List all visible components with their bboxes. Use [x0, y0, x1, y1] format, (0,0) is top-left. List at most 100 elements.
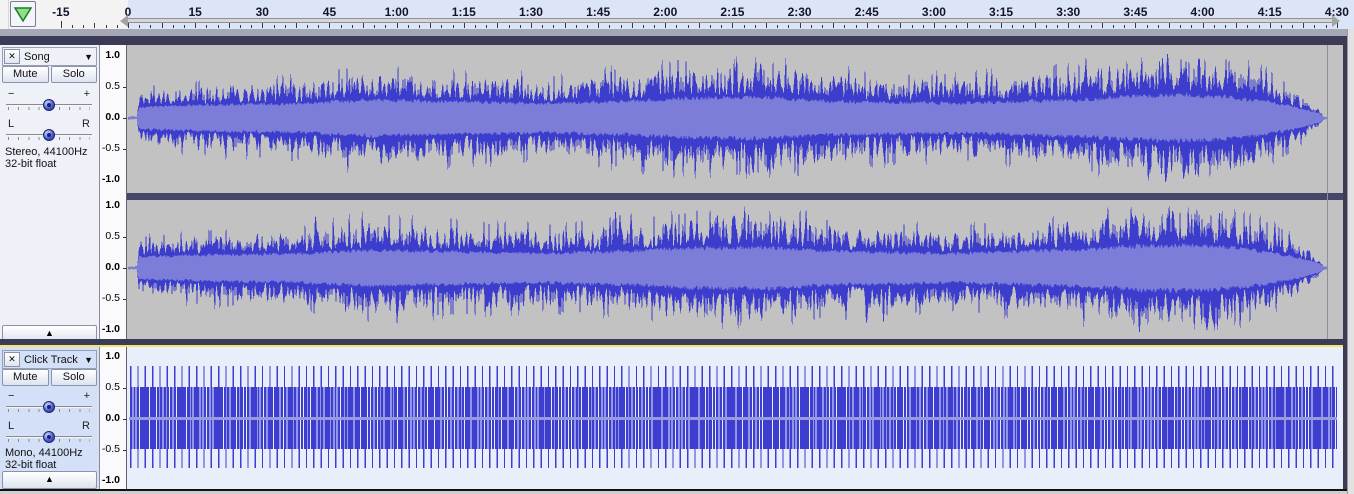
time-tick [240, 25, 241, 28]
time-label: 2:30 [787, 5, 812, 19]
track-name-label: Click Track [24, 353, 78, 366]
time-tick [979, 25, 980, 28]
time-tick [352, 25, 353, 28]
vertical-scrollbar[interactable] [1347, 29, 1354, 494]
time-tick [1091, 25, 1092, 28]
amplitude-scale-label: -0.5 [101, 292, 120, 304]
amplitude-scale-label: -1.0 [101, 173, 120, 185]
time-tick [699, 23, 700, 28]
gain-plus-label: + [83, 390, 90, 402]
time-tick [967, 23, 968, 28]
time-tick [184, 25, 185, 28]
time-tick [83, 25, 84, 28]
time-tick [509, 25, 510, 28]
amplitude-scale-label: 0.0 [105, 261, 120, 273]
time-tick [1326, 25, 1327, 28]
amplitude-scale-label: 0.5 [105, 80, 120, 92]
track-format-info: Mono, 44100Hz 32-bit float [5, 447, 83, 471]
time-tick [1314, 25, 1315, 28]
time-label: 1:45 [586, 5, 611, 19]
song-title-bar[interactable]: ✕ Song ▼ [2, 47, 97, 66]
mute-button[interactable]: Mute [2, 369, 49, 386]
solo-button[interactable]: Solo [50, 369, 97, 386]
time-tick [553, 25, 554, 28]
pan-slider-thumb[interactable] [43, 129, 55, 141]
time-label: 1:00 [384, 5, 409, 19]
time-tick [1259, 25, 1260, 28]
amplitude-scale-tick [123, 299, 126, 300]
gain-slider-thumb[interactable] [43, 401, 55, 413]
pan-left-label: L [8, 118, 15, 130]
song-clip-end-line[interactable] [1327, 45, 1328, 339]
song-waveform-left[interactable] [127, 45, 1343, 193]
time-tick [576, 25, 577, 28]
time-tick [1158, 25, 1159, 28]
time-tick [1113, 25, 1114, 28]
time-tick [777, 25, 778, 28]
time-tick [643, 25, 644, 28]
pan-slider[interactable]: L R [2, 420, 96, 448]
time-label: 3:15 [989, 5, 1014, 19]
time-tick [72, 25, 73, 28]
ruler-separator [8, 0, 9, 29]
gain-minus-label: − [8, 390, 15, 402]
quick-play-region-bar[interactable] [120, 15, 1340, 27]
time-tick [430, 23, 431, 28]
amplitude-scale-tick [123, 450, 126, 451]
time-tick [285, 25, 286, 28]
time-tick [990, 25, 991, 28]
collapse-arrow-icon: ▲ [45, 474, 54, 484]
solo-button[interactable]: Solo [50, 66, 97, 83]
track-menu-caret-icon[interactable]: ▼ [84, 52, 96, 62]
time-tick [1247, 25, 1248, 28]
time-tick [811, 25, 812, 28]
time-tick [1102, 23, 1103, 28]
time-tick [878, 25, 879, 28]
time-tick [251, 25, 252, 28]
time-tick [833, 23, 834, 28]
track-panel-click-track: ✕ Click Track ▼ Mute Solo − + L R Mono, … [0, 347, 99, 494]
time-tick [923, 25, 924, 28]
time-tick [744, 25, 745, 28]
time-tick [1214, 25, 1215, 28]
time-label: 2:00 [653, 5, 678, 19]
toolbar-gap [0, 29, 1354, 36]
time-tick [229, 23, 230, 28]
gain-slider-thumb[interactable] [43, 99, 55, 111]
time-tick [956, 25, 957, 28]
time-tick [441, 25, 442, 28]
timeline-ruler[interactable]: -15 0 15 30 45 1:00 1:15 1:30 1:45 2:00 2:15 2:30 2:… [0, 0, 1354, 30]
collapse-arrow-icon: ▲ [45, 328, 54, 338]
region-start-arrow-icon[interactable] [120, 15, 128, 27]
time-tick [676, 25, 677, 28]
collapse-track-button[interactable]: ▲ [2, 471, 97, 489]
time-tick [374, 25, 375, 28]
close-track-button[interactable]: ✕ [4, 352, 20, 367]
time-label: 30 [255, 5, 269, 19]
time-tick [721, 25, 722, 28]
click-track-title-bar[interactable]: ✕ Click Track ▼ [2, 350, 97, 369]
amplitude-scale-label: -0.5 [101, 443, 120, 455]
time-tick [162, 23, 163, 28]
gain-slider[interactable]: − + [2, 390, 96, 418]
time-label: 4:00 [1190, 5, 1215, 19]
time-tick [94, 23, 95, 28]
green-triangle-icon [13, 7, 33, 23]
time-tick [307, 25, 308, 28]
pinned-play-head-button[interactable] [10, 1, 36, 27]
time-tick [61, 21, 62, 28]
pan-slider[interactable]: L R [2, 118, 96, 146]
pan-slider-thumb[interactable] [43, 431, 55, 443]
time-tick [475, 25, 476, 28]
track-menu-caret-icon[interactable]: ▼ [84, 355, 96, 365]
time-tick [856, 25, 857, 28]
gain-slider[interactable]: − + [2, 88, 96, 116]
close-track-button[interactable]: ✕ [4, 49, 20, 64]
song-waveform-right[interactable] [127, 200, 1343, 339]
time-tick [1012, 25, 1013, 28]
mute-button[interactable]: Mute [2, 66, 49, 83]
region-end-arrow-icon[interactable] [1332, 15, 1340, 27]
time-tick [565, 23, 566, 28]
time-tick [106, 25, 107, 28]
time-tick [1147, 25, 1148, 28]
